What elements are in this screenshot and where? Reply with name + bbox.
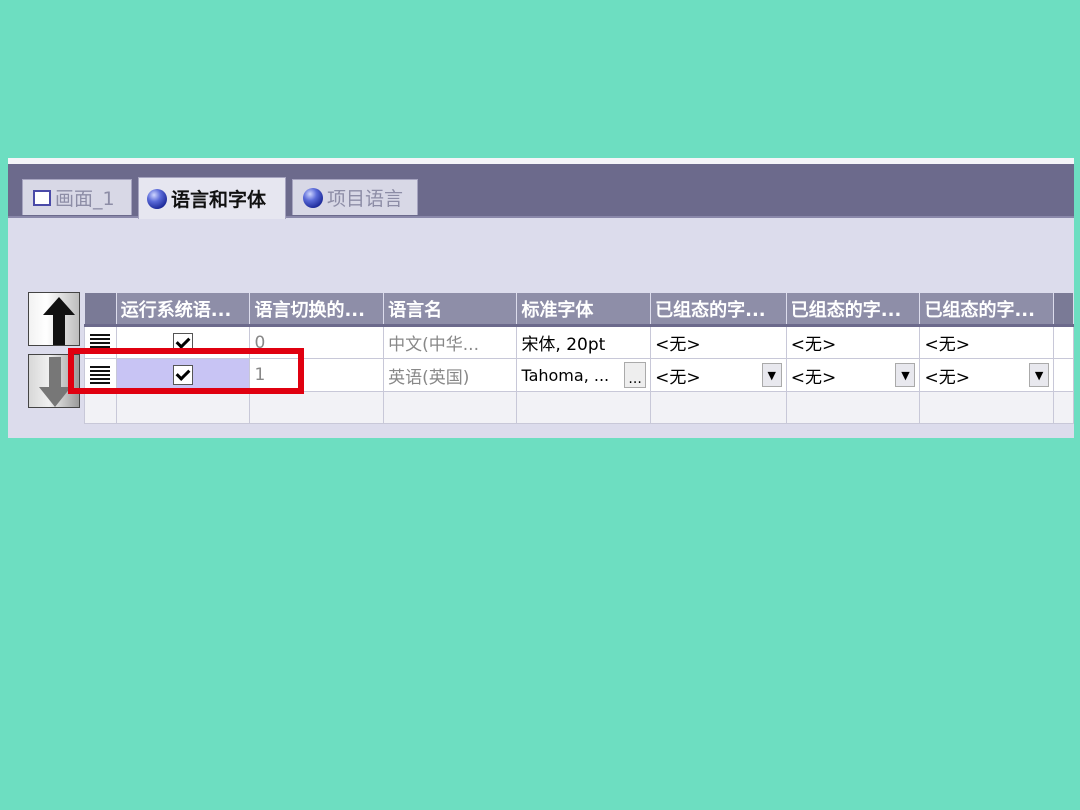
language-name-cell: 英语(英国): [383, 358, 518, 392]
tab-label: 画面_1: [55, 188, 115, 210]
configured-font-2-cell[interactable]: <无> ▼: [785, 358, 921, 392]
arrow-up-icon: [43, 297, 75, 345]
default-font-cell[interactable]: Tahoma, ... ...: [516, 358, 652, 392]
empty-cell: [919, 391, 1055, 424]
empty-cell: [650, 391, 787, 424]
globe-icon: [303, 187, 323, 208]
col-language-name[interactable]: 语言名: [383, 292, 518, 327]
col-runtime-language[interactable]: 运行系统语...: [115, 292, 251, 327]
default-font-cell[interactable]: 宋体, 20pt: [516, 325, 652, 359]
tab-project-language[interactable]: 项目语言: [292, 179, 418, 215]
col-default-font[interactable]: 标准字体: [516, 292, 652, 327]
dropdown-value: <无>: [790, 367, 837, 388]
configured-font-2-cell[interactable]: <无>: [785, 325, 921, 359]
tab-bar: 画面_1 语言和字体 项目语言: [8, 164, 1074, 219]
font-value: Tahoma, ...: [521, 365, 610, 385]
tab-language-and-font[interactable]: 语言和字体: [138, 177, 286, 219]
language-name-cell: 中文(中华...: [383, 325, 518, 359]
dropdown: <无> ▼: [791, 363, 916, 388]
dropdown-arrow-icon[interactable]: ▼: [895, 363, 916, 387]
editor-panel: 画面_1 语言和字体 项目语言 运行系统语... 语言切换的... 语言名 标准…: [8, 158, 1074, 438]
configured-font-3-cell[interactable]: <无> ▼: [919, 358, 1055, 392]
empty-cell: [383, 391, 518, 424]
tab-label: 项目语言: [327, 188, 404, 210]
col-configured-font-3[interactable]: 已组态的字...: [919, 292, 1055, 327]
globe-icon: [147, 188, 167, 209]
dropdown: <无> ▼: [924, 363, 1050, 388]
configured-font-1-cell[interactable]: <无>: [650, 325, 787, 359]
tab-label: 语言和字体: [171, 189, 267, 211]
dropdown: <无> ▼: [655, 363, 782, 388]
col-switch-order[interactable]: 语言切换的...: [249, 292, 385, 327]
dropdown-arrow-icon[interactable]: ▼: [761, 363, 782, 387]
extra-header: [1053, 292, 1074, 327]
extra-cell: [1053, 358, 1074, 392]
screen-icon: [33, 189, 51, 206]
move-up-button[interactable]: [28, 292, 80, 346]
configured-font-3-cell[interactable]: <无>: [919, 325, 1055, 359]
configured-font-1-cell[interactable]: <无> ▼: [650, 358, 787, 392]
empty-cell: [1053, 391, 1074, 424]
empty-cell: [115, 391, 251, 424]
dropdown-value: <无>: [655, 367, 701, 388]
dropdown-arrow-icon[interactable]: ▼: [1029, 363, 1050, 387]
tab-screen-1[interactable]: 画面_1: [22, 179, 132, 215]
font-browse-button[interactable]: ...: [624, 362, 647, 388]
empty-cell: [785, 391, 921, 424]
col-configured-font-2[interactable]: 已组态的字...: [785, 292, 921, 327]
empty-row: [84, 391, 1074, 424]
corner-header: [84, 292, 117, 327]
col-configured-font-1[interactable]: 已组态的字...: [650, 292, 787, 327]
dropdown-value: <无>: [924, 367, 970, 388]
header-row: 运行系统语... 语言切换的... 语言名 标准字体 已组态的字... 已组态的…: [84, 292, 1074, 327]
empty-cell: [249, 391, 385, 424]
font-picker: Tahoma, ... ...: [521, 362, 647, 388]
extra-cell: [1053, 325, 1074, 359]
annotation-highlight-box: [68, 348, 304, 394]
empty-cell: [84, 391, 117, 424]
empty-cell: [516, 391, 652, 424]
